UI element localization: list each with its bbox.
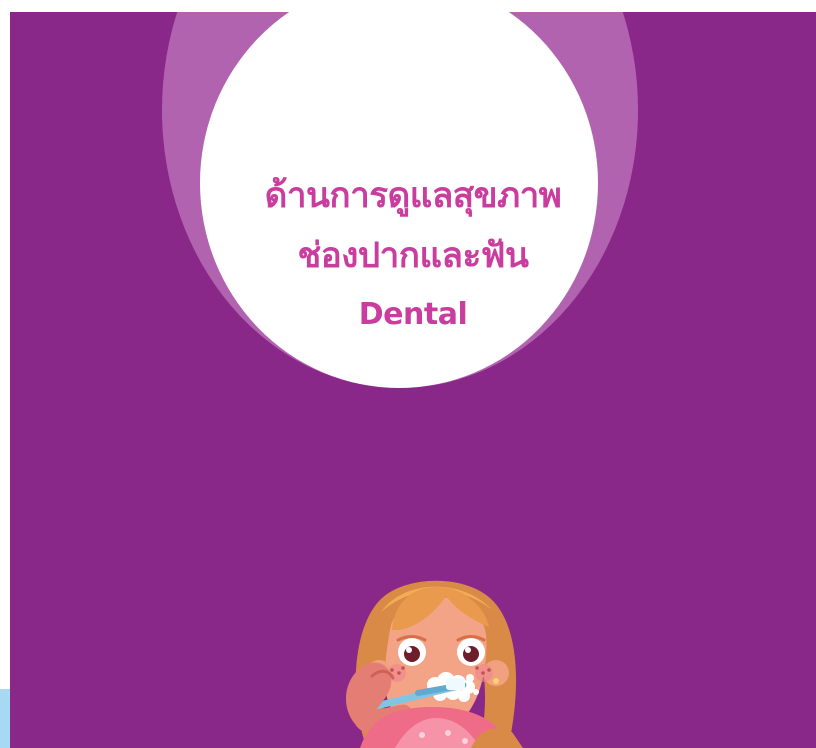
category-title: ด้านการดูแลสุขภาพ ช่องปากและฟัน Dental [10,166,816,344]
girl-brushing-teeth-icon [345,580,523,748]
left-accent-strip [0,689,10,748]
title-line-english: Dental [358,297,468,332]
dental-cover: ด้านการดูแลสุขภาพ ช่องปากและฟัน Dental [10,12,816,748]
title-line-thai-2: ช่องปากและฟัน [297,236,529,276]
title-line-thai-1: ด้านการดูแลสุขภาพ [264,176,562,216]
dental-page: ด้านการดูแลสุขภาพ ช่องปากและฟัน Dental [0,0,816,748]
